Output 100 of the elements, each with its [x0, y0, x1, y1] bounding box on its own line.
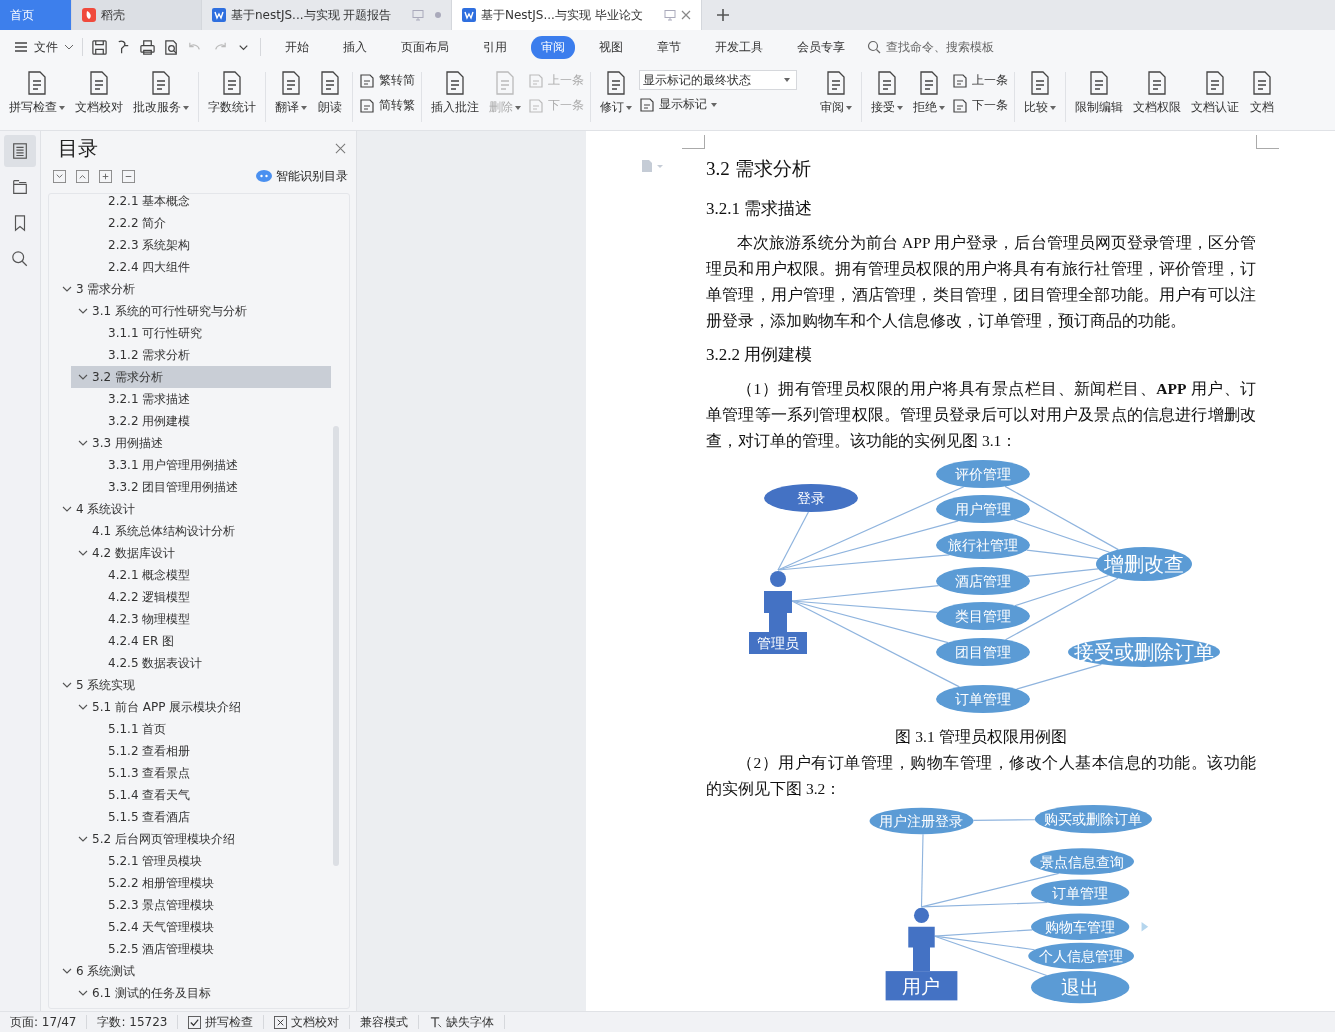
ribbon-button[interactable]: 文档认证: [1188, 66, 1242, 120]
status-button[interactable]: 缺失字体: [419, 1015, 506, 1029]
window-tab[interactable]: 首页: [0, 0, 72, 30]
ribbon-tab[interactable]: 开发工具: [705, 35, 773, 59]
toc-item[interactable]: 5.1.5 查看酒店: [49, 806, 349, 828]
toc-item[interactable]: 4.2.2 逻辑模型: [49, 586, 349, 608]
ribbon-button[interactable]: 接受: [868, 66, 906, 120]
toc-item[interactable]: 3.1.2 需求分析: [49, 344, 349, 366]
print-icon[interactable]: [139, 38, 156, 56]
ribbon-tab[interactable]: 开始: [275, 35, 319, 59]
toc-item[interactable]: 5 系统实现: [49, 674, 349, 696]
ribbon-button[interactable]: 修订: [597, 66, 635, 120]
ribbon-button[interactable]: 文档权限: [1130, 66, 1184, 120]
window-tab[interactable]: 稻壳: [72, 0, 202, 30]
toc-item[interactable]: 6 系统测试: [49, 960, 349, 982]
chevron-icon[interactable]: [62, 968, 72, 974]
toc-item[interactable]: 4 系统设计: [49, 498, 349, 520]
status-button[interactable]: 文档校对: [264, 1015, 351, 1029]
toc-item[interactable]: 5.1.3 查看景点: [49, 762, 349, 784]
toc-item[interactable]: 2.2.3 系统架构: [49, 234, 349, 256]
save-icon[interactable]: [91, 38, 108, 56]
toc-item[interactable]: 3.1.1 可行性研究: [49, 322, 349, 344]
ribbon-tab[interactable]: 会员专享: [787, 35, 855, 59]
close-icon[interactable]: [681, 10, 691, 20]
toc-item[interactable]: 3.1 系统的可行性研究与分析: [49, 300, 349, 322]
minus-icon[interactable]: [122, 169, 135, 183]
chevron-icon[interactable]: [78, 374, 88, 380]
toc-item[interactable]: 4.2.3 物理模型: [49, 608, 349, 630]
chevron-icon[interactable]: [78, 550, 88, 556]
toc-item[interactable]: 5.2.5 酒店管理模块: [49, 938, 349, 960]
command-search-field[interactable]: 查找命令、搜索模板: [867, 39, 1028, 55]
toc-item[interactable]: 3.3.1 用户管理用例描述: [49, 454, 349, 476]
ribbon-button[interactable]: 字数统计: [205, 66, 259, 120]
ribbon-tab[interactable]: 页面布局: [391, 35, 459, 59]
ribbon-button[interactable]: 插入批注: [428, 66, 482, 120]
expand-down-icon[interactable]: [53, 169, 66, 183]
toc-item[interactable]: 5.2.3 景点管理模块: [49, 894, 349, 916]
toc-item[interactable]: 4.1 系统总体结构设计分析: [49, 520, 349, 542]
ribbon-tab[interactable]: 引用: [473, 35, 517, 59]
toc-item[interactable]: 3.2.1 需求描述: [49, 388, 349, 410]
ribbon-tab[interactable]: 视图: [589, 35, 633, 59]
toc-item[interactable]: 5.1 前台 APP 展示模块介绍: [49, 696, 349, 718]
ribbon-button[interactable]: 简转繁: [359, 97, 415, 114]
plus-icon[interactable]: [99, 169, 112, 183]
toc-item[interactable]: 5.2.1 管理员模块: [49, 850, 349, 872]
smart-toc-button[interactable]: 智能识别目录: [256, 167, 348, 185]
toc-item[interactable]: 3.2 需求分析: [71, 366, 331, 388]
ribbon-button[interactable]: 朗读: [314, 66, 346, 120]
toc-item[interactable]: 5.2.2 相册管理模块: [49, 872, 349, 894]
toc-item[interactable]: 4.2 数据库设计: [49, 542, 349, 564]
toc-item[interactable]: 2.2.1 基本概念: [49, 194, 349, 212]
toc-item[interactable]: 3.2.2 用例建模: [49, 410, 349, 432]
chevron-icon[interactable]: [62, 286, 72, 292]
collapse-up-icon[interactable]: [76, 169, 89, 183]
toc-item[interactable]: 4.2.1 概念模型: [49, 564, 349, 586]
toc-item[interactable]: 5.1.4 查看天气: [49, 784, 349, 806]
toc-list-icon[interactable]: [4, 135, 36, 167]
ribbon-button[interactable]: 限制编辑: [1072, 66, 1126, 120]
ribbon-button[interactable]: 上一条: [952, 72, 1008, 89]
toc-item[interactable]: 3 需求分析: [49, 278, 349, 300]
ribbon-button[interactable]: 拒绝: [910, 66, 948, 120]
markup-mode-dropdown[interactable]: 显示标记的最终状态: [639, 70, 797, 90]
ribbon-button[interactable]: 审阅: [817, 66, 855, 120]
ribbon-tab[interactable]: 插入: [333, 35, 377, 59]
file-menu-button[interactable]: 文件: [14, 38, 74, 56]
ribbon-button[interactable]: 繁转简: [359, 72, 415, 89]
toc-item[interactable]: 3.3.2 团目管理用例描述: [49, 476, 349, 498]
toc-item[interactable]: 5.1.2 查看相册: [49, 740, 349, 762]
toc-item[interactable]: 4.2.4 ER 图: [49, 630, 349, 652]
ribbon-button[interactable]: 显示标记: [639, 96, 797, 113]
new-tab-plus-icon[interactable]: [716, 8, 730, 22]
ribbon-button[interactable]: 文档校对: [72, 66, 126, 120]
toc-item[interactable]: 2.2.4 四大组件: [49, 256, 349, 278]
chevron-icon[interactable]: [62, 506, 72, 512]
window-tab[interactable]: 基于NestJS...与实现 毕业论文: [452, 0, 702, 30]
chevron-icon[interactable]: [62, 682, 72, 688]
scrollbar-thumb[interactable]: [333, 426, 339, 866]
toc-item[interactable]: 5.2 后台网页管理模块介绍: [49, 828, 349, 850]
toc-item[interactable]: 5.1.1 首页: [49, 718, 349, 740]
ribbon-button[interactable]: 批改服务: [130, 66, 192, 120]
ribbon-button[interactable]: 文档: [1246, 66, 1278, 120]
status-button[interactable]: 拼写检查: [178, 1015, 265, 1029]
chevron-icon[interactable]: [78, 704, 88, 710]
ribbon-button[interactable]: 比较: [1021, 66, 1059, 120]
chevron-icon[interactable]: [78, 836, 88, 842]
ribbon-button[interactable]: 翻译: [272, 66, 310, 120]
print-preview-icon[interactable]: [163, 38, 180, 56]
chevron-icon[interactable]: [78, 308, 88, 314]
toc-item[interactable]: 2.2.2 简介: [49, 212, 349, 234]
ribbon-button[interactable]: 拼写检查: [6, 66, 68, 120]
ribbon-tab[interactable]: 审阅: [531, 35, 575, 59]
toc-item[interactable]: 3.3 用例描述: [49, 432, 349, 454]
toc-item[interactable]: 4.2.5 数据表设计: [49, 652, 349, 674]
close-icon[interactable]: [335, 142, 346, 154]
ribbon-button[interactable]: 下一条: [952, 97, 1008, 114]
toc-item[interactable]: 5.2.4 天气管理模块: [49, 916, 349, 938]
chevron-icon[interactable]: [78, 440, 88, 446]
chevron-icon[interactable]: [78, 990, 88, 996]
ribbon-tab[interactable]: 章节: [647, 35, 691, 59]
toc-item[interactable]: 6.1 测试的任务及目标: [49, 982, 349, 1004]
